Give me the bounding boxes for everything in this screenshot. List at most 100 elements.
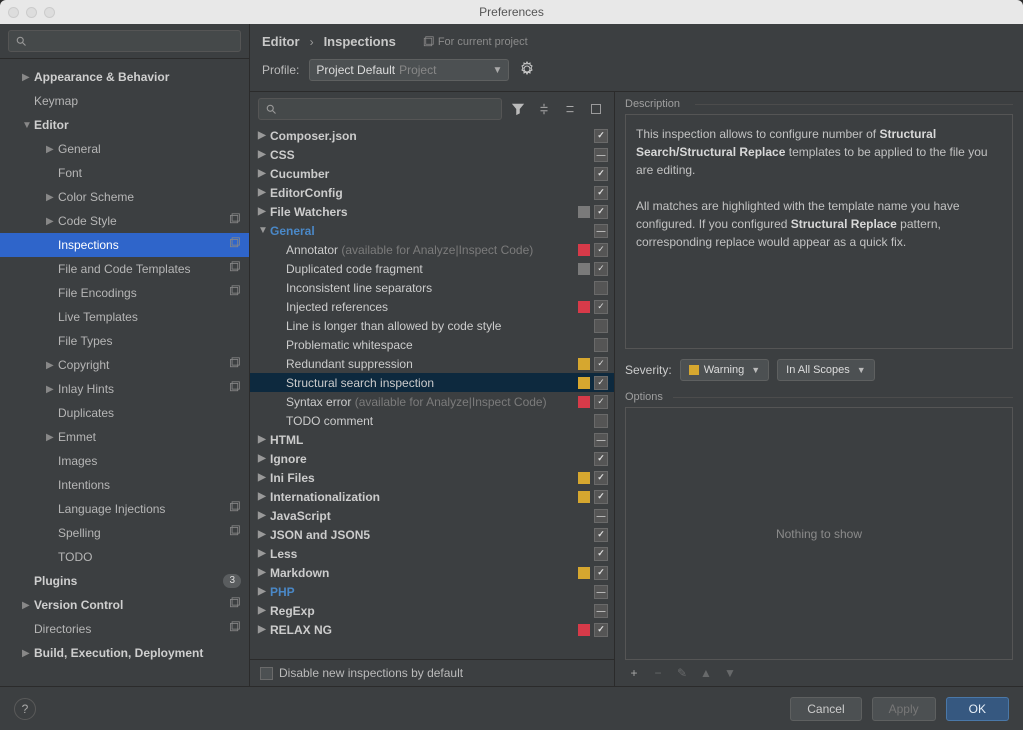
- inspection-checkbox[interactable]: [594, 528, 608, 542]
- down-icon[interactable]: ▼: [723, 666, 737, 680]
- inspection-category-html[interactable]: ▶HTML: [250, 430, 614, 449]
- inspection-checkbox[interactable]: [594, 414, 608, 428]
- inspection-category-ini-files[interactable]: ▶Ini Files: [250, 468, 614, 487]
- sidebar-item-directories[interactable]: Directories: [0, 617, 249, 641]
- inspection-checkbox[interactable]: [594, 243, 608, 257]
- inspection-category-css[interactable]: ▶CSS: [250, 145, 614, 164]
- sidebar-item-inlay-hints[interactable]: ▶Inlay Hints: [0, 377, 249, 401]
- inspection-checkbox[interactable]: [594, 300, 608, 314]
- inspection-item-inconsistent-line-separators[interactable]: Inconsistent line separators: [250, 278, 614, 297]
- inspection-item-redundant-suppression[interactable]: Redundant suppression: [250, 354, 614, 373]
- inspection-item-todo-comment[interactable]: TODO comment: [250, 411, 614, 430]
- inspection-category-regexp[interactable]: ▶RegExp: [250, 601, 614, 620]
- inspection-checkbox[interactable]: [594, 585, 608, 599]
- inspection-checkbox[interactable]: [594, 129, 608, 143]
- sidebar-item-intentions[interactable]: Intentions: [0, 473, 249, 497]
- inspection-checkbox[interactable]: [594, 186, 608, 200]
- inspection-category-ignore[interactable]: ▶Ignore: [250, 449, 614, 468]
- inspection-checkbox[interactable]: [594, 281, 608, 295]
- sidebar-search[interactable]: [8, 30, 241, 52]
- expand-all-icon[interactable]: [534, 99, 554, 119]
- inspection-checkbox[interactable]: [594, 262, 608, 276]
- disable-new-checkbox[interactable]: [260, 667, 273, 680]
- inspection-category-general[interactable]: ▼General: [250, 221, 614, 240]
- inspection-checkbox[interactable]: [594, 167, 608, 181]
- inspection-checkbox[interactable]: [594, 547, 608, 561]
- sidebar-item-keymap[interactable]: Keymap: [0, 89, 249, 113]
- inspection-category-internationalization[interactable]: ▶Internationalization: [250, 487, 614, 506]
- inspections-search-input[interactable]: [281, 103, 495, 115]
- filter-icon[interactable]: [508, 99, 528, 119]
- inspection-item-duplicated-code-fragment[interactable]: Duplicated code fragment: [250, 259, 614, 278]
- help-button[interactable]: ?: [14, 698, 36, 720]
- add-icon[interactable]: +: [627, 666, 641, 680]
- edit-icon[interactable]: ✎: [675, 666, 689, 680]
- inspection-checkbox[interactable]: [594, 433, 608, 447]
- inspection-checkbox[interactable]: [594, 604, 608, 618]
- sidebar-item-font[interactable]: Font: [0, 161, 249, 185]
- inspection-category-cucumber[interactable]: ▶Cucumber: [250, 164, 614, 183]
- inspection-item-syntax-error[interactable]: Syntax error (available for Analyze|Insp…: [250, 392, 614, 411]
- inspection-category-markdown[interactable]: ▶Markdown: [250, 563, 614, 582]
- breadcrumb-0[interactable]: Editor: [262, 34, 300, 49]
- inspection-item-problematic-whitespace[interactable]: Problematic whitespace: [250, 335, 614, 354]
- inspection-checkbox[interactable]: [594, 395, 608, 409]
- sidebar-item-file-and-code-templates[interactable]: File and Code Templates: [0, 257, 249, 281]
- sidebar-item-todo[interactable]: TODO: [0, 545, 249, 569]
- sidebar-item-general[interactable]: ▶General: [0, 137, 249, 161]
- inspection-category-php[interactable]: ▶PHP: [250, 582, 614, 601]
- sidebar-item-copyright[interactable]: ▶Copyright: [0, 353, 249, 377]
- apply-button[interactable]: Apply: [872, 697, 936, 721]
- sidebar-item-editor[interactable]: ▼Editor: [0, 113, 249, 137]
- sidebar-item-images[interactable]: Images: [0, 449, 249, 473]
- inspection-category-composer-json[interactable]: ▶Composer.json: [250, 126, 614, 145]
- inspection-category-editorconfig[interactable]: ▶EditorConfig: [250, 183, 614, 202]
- sidebar-item-live-templates[interactable]: Live Templates: [0, 305, 249, 329]
- sidebar-item-color-scheme[interactable]: ▶Color Scheme: [0, 185, 249, 209]
- sidebar-item-plugins[interactable]: Plugins3: [0, 569, 249, 593]
- severity-dropdown[interactable]: Warning ▼: [680, 359, 769, 381]
- inspection-item-structural-search-inspection[interactable]: Structural search inspection: [250, 373, 614, 392]
- inspection-checkbox[interactable]: [594, 490, 608, 504]
- inspections-search[interactable]: [258, 98, 502, 120]
- sidebar-item-inspections[interactable]: Inspections: [0, 233, 249, 257]
- inspection-checkbox[interactable]: [594, 224, 608, 238]
- sidebar-item-language-injections[interactable]: Language Injections: [0, 497, 249, 521]
- inspection-item-annotator[interactable]: Annotator (available for Analyze|Inspect…: [250, 240, 614, 259]
- inspection-checkbox[interactable]: [594, 148, 608, 162]
- sidebar-item-build-execution-deployment[interactable]: ▶Build, Execution, Deployment: [0, 641, 249, 665]
- sidebar-item-duplicates[interactable]: Duplicates: [0, 401, 249, 425]
- up-icon[interactable]: ▲: [699, 666, 713, 680]
- inspection-checkbox[interactable]: [594, 509, 608, 523]
- inspection-category-javascript[interactable]: ▶JavaScript: [250, 506, 614, 525]
- inspection-checkbox[interactable]: [594, 319, 608, 333]
- inspection-checkbox[interactable]: [594, 205, 608, 219]
- inspection-category-file-watchers[interactable]: ▶File Watchers: [250, 202, 614, 221]
- reset-icon[interactable]: [586, 99, 606, 119]
- inspection-item-line-is-longer-than-allowed-by-code-style[interactable]: Line is longer than allowed by code styl…: [250, 316, 614, 335]
- remove-icon[interactable]: −: [651, 666, 665, 680]
- inspection-item-injected-references[interactable]: Injected references: [250, 297, 614, 316]
- sidebar-search-input[interactable]: [31, 35, 234, 47]
- sidebar-item-code-style[interactable]: ▶Code Style: [0, 209, 249, 233]
- inspection-category-json-and-json5[interactable]: ▶JSON and JSON5: [250, 525, 614, 544]
- scope-dropdown[interactable]: In All Scopes ▼: [777, 359, 875, 381]
- inspection-checkbox[interactable]: [594, 452, 608, 466]
- inspection-category-relax-ng[interactable]: ▶RELAX NG: [250, 620, 614, 639]
- inspection-checkbox[interactable]: [594, 623, 608, 637]
- profile-dropdown[interactable]: Project Default Project ▼: [309, 59, 509, 81]
- inspection-checkbox[interactable]: [594, 566, 608, 580]
- cancel-button[interactable]: Cancel: [790, 697, 861, 721]
- sidebar-item-appearance-behavior[interactable]: ▶Appearance & Behavior: [0, 65, 249, 89]
- sidebar-item-spelling[interactable]: Spelling: [0, 521, 249, 545]
- sidebar-item-file-types[interactable]: File Types: [0, 329, 249, 353]
- sidebar-item-version-control[interactable]: ▶Version Control: [0, 593, 249, 617]
- inspection-checkbox[interactable]: [594, 338, 608, 352]
- sidebar-item-file-encodings[interactable]: File Encodings: [0, 281, 249, 305]
- inspection-checkbox[interactable]: [594, 357, 608, 371]
- disable-new-row[interactable]: Disable new inspections by default: [250, 659, 614, 686]
- profile-gear-icon[interactable]: [519, 61, 535, 80]
- collapse-all-icon[interactable]: [560, 99, 580, 119]
- inspection-category-less[interactable]: ▶Less: [250, 544, 614, 563]
- ok-button[interactable]: OK: [946, 697, 1009, 721]
